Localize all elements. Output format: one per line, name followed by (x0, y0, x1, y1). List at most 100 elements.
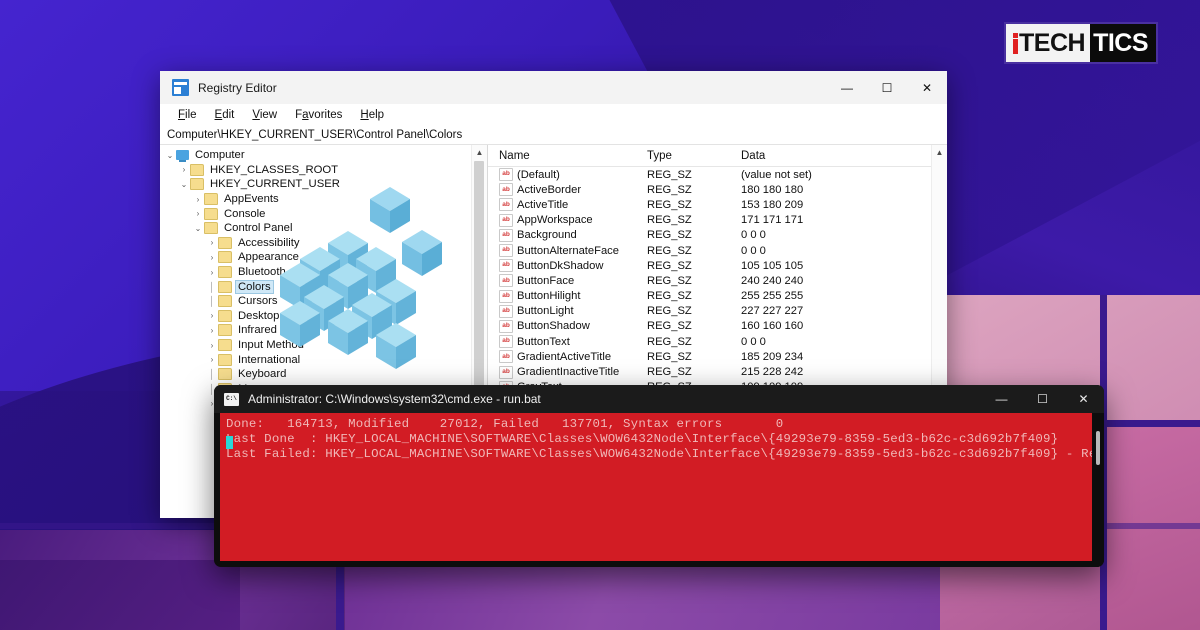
console-scrollbar-thumb[interactable] (1096, 431, 1100, 465)
folder-icon (218, 368, 232, 381)
tree-item-desktop[interactable]: › Desktop (160, 309, 487, 324)
value-type-cell: REG_SZ (647, 320, 692, 333)
chevron-right-icon[interactable]: › (206, 311, 218, 320)
value-name-text: ButtonShadow (517, 320, 590, 333)
tree-item-hkey-current-user[interactable]: ⌄ HKEY_CURRENT_USER (160, 177, 487, 192)
column-header-type[interactable]: Type (647, 150, 741, 162)
column-header-data[interactable]: Data (741, 150, 947, 162)
regedit-address-bar[interactable]: Computer\HKEY_CURRENT_USER\Control Panel… (160, 125, 947, 145)
regedit-window-title: Registry Editor (198, 80, 277, 95)
menu-item-file[interactable]: File (169, 108, 206, 122)
chevron-down-icon[interactable]: ⌄ (178, 180, 190, 189)
tree-item-label: Input Method (238, 339, 304, 352)
minimize-icon[interactable]: — (981, 385, 1022, 413)
table-row[interactable]: ab (Default) REG_SZ (value not set) (488, 167, 947, 182)
table-row[interactable]: ab ActiveBorder REG_SZ 180 180 180 (488, 182, 947, 197)
chevron-down-icon[interactable]: ⌄ (192, 224, 204, 233)
value-name-text: GradientInactiveTitle (517, 366, 620, 379)
value-data-cell: 180 180 180 (741, 183, 804, 196)
value-name-text: ActiveBorder (517, 183, 582, 196)
value-name-cell: ab GradientActiveTitle (488, 350, 647, 364)
menu-item-edit[interactable]: Edit (206, 108, 244, 122)
chevron-right-icon[interactable]: › (192, 195, 204, 204)
tree-item-international[interactable]: › International (160, 352, 487, 367)
table-row[interactable]: ab ButtonFace REG_SZ 240 240 240 (488, 273, 947, 288)
scroll-up-icon[interactable]: ▲ (472, 145, 487, 160)
table-row[interactable]: ab GradientInactiveTitle REG_SZ 215 228 242 (488, 364, 947, 379)
value-name-text: ActiveTitle (517, 198, 569, 211)
console-scrollbar[interactable] (1092, 413, 1104, 567)
chevron-right-icon[interactable]: › (206, 355, 218, 364)
table-row[interactable]: ab AppWorkspace REG_SZ 171 171 171 (488, 213, 947, 228)
console-window-title: Administrator: C:\Windows\system32\cmd.e… (248, 392, 541, 406)
value-type-cell: REG_SZ (647, 229, 692, 242)
tree-item-cursors[interactable]: │ Cursors (160, 294, 487, 309)
command-prompt-window[interactable]: C:\ Administrator: C:\Windows\system32\c… (214, 385, 1104, 567)
chevron-right-icon[interactable]: › (206, 326, 218, 335)
folder-icon (218, 236, 232, 249)
value-data-cell: 0 0 0 (741, 229, 766, 242)
tree-guide-line: │ (209, 281, 215, 292)
tree-item-control-panel[interactable]: ⌄ Control Panel (160, 221, 487, 236)
chevron-right-icon[interactable]: › (206, 341, 218, 350)
table-row[interactable]: ab ButtonAlternateFace REG_SZ 0 0 0 (488, 243, 947, 258)
close-icon[interactable]: ✕ (1063, 385, 1104, 413)
chevron-right-icon[interactable]: › (206, 238, 218, 247)
menu-item-favorites[interactable]: Favorites (286, 108, 351, 122)
value-data-cell: 153 180 209 (741, 198, 804, 211)
tree-item-infrared[interactable]: › Infrared (160, 323, 487, 338)
menu-item-help[interactable]: Help (351, 108, 393, 122)
logo-left-block: TECH (1006, 24, 1091, 62)
tree-item-keyboard[interactable]: │ Keyboard (160, 367, 487, 382)
minimize-icon[interactable]: — (827, 71, 867, 104)
chevron-right-icon[interactable]: › (178, 165, 190, 174)
menu-item-view[interactable]: View (243, 108, 286, 122)
table-row[interactable]: ab GradientActiveTitle REG_SZ 185 209 234 (488, 349, 947, 364)
tree-item-bluetooth[interactable]: › Bluetooth (160, 265, 487, 280)
console-output-area[interactable]: Done: 164713, Modified 27012, Failed 137… (220, 413, 1092, 561)
value-name-text: ButtonAlternateFace (517, 244, 619, 257)
chevron-right-icon[interactable]: › (206, 253, 218, 262)
chevron-right-icon[interactable]: › (206, 268, 218, 277)
chevron-right-icon[interactable]: › (192, 209, 204, 218)
maximize-icon[interactable]: ☐ (1022, 385, 1063, 413)
scroll-up-icon[interactable]: ▲ (932, 145, 947, 160)
regedit-titlebar[interactable]: Registry Editor — ☐ ✕ (160, 71, 947, 104)
tree-item-appearance[interactable]: › Appearance (160, 250, 487, 265)
console-titlebar[interactable]: C:\ Administrator: C:\Windows\system32\c… (214, 385, 1104, 413)
value-data-cell: 215 228 242 (741, 366, 804, 379)
tree-scrollbar-thumb[interactable] (474, 161, 484, 411)
tree-item-hkey-classes-root[interactable]: › HKEY_CLASSES_ROOT (160, 163, 487, 178)
value-type-cell: REG_SZ (647, 214, 692, 227)
tree-guide-line: │ (209, 369, 215, 380)
folder-icon (218, 353, 232, 366)
value-name-cell: ab ButtonText (488, 335, 647, 349)
table-row[interactable]: ab ButtonText REG_SZ 0 0 0 (488, 334, 947, 349)
table-row[interactable]: ab Background REG_SZ 0 0 0 (488, 228, 947, 243)
table-row[interactable]: ab ButtonShadow REG_SZ 160 160 160 (488, 319, 947, 334)
tree-item-input-method[interactable]: › Input Method (160, 338, 487, 353)
itechtics-logo: TECH TICS (1006, 24, 1157, 62)
tree-item-computer[interactable]: ⌄ Computer (160, 148, 487, 163)
column-header-name[interactable]: Name (488, 150, 647, 162)
folder-icon (204, 207, 218, 220)
value-name-cell: ab (Default) (488, 168, 647, 182)
value-data-cell: 240 240 240 (741, 274, 804, 287)
table-row[interactable]: ab ButtonHilight REG_SZ 255 255 255 (488, 289, 947, 304)
value-data-cell: 0 0 0 (741, 244, 766, 257)
regedit-menubar: File Edit View Favorites Help (160, 104, 947, 125)
maximize-icon[interactable]: ☐ (867, 71, 907, 104)
tree-item-accessibility[interactable]: › Accessibility (160, 236, 487, 251)
tree-item-colors[interactable]: │ Colors (160, 279, 487, 294)
value-name-cell: ab ButtonAlternateFace (488, 244, 647, 258)
table-row[interactable]: ab ButtonLight REG_SZ 227 227 227 (488, 304, 947, 319)
table-row[interactable]: ab ButtonDkShadow REG_SZ 105 105 105 (488, 258, 947, 273)
tree-item-console[interactable]: › Console (160, 206, 487, 221)
close-icon[interactable]: ✕ (907, 71, 947, 104)
string-value-icon: ab (499, 350, 513, 364)
tree-item-appevents[interactable]: › AppEvents (160, 192, 487, 207)
table-row[interactable]: ab ActiveTitle REG_SZ 153 180 209 (488, 197, 947, 212)
registry-editor-icon (172, 79, 189, 96)
chevron-down-icon[interactable]: ⌄ (164, 151, 176, 160)
folder-icon (218, 266, 232, 279)
